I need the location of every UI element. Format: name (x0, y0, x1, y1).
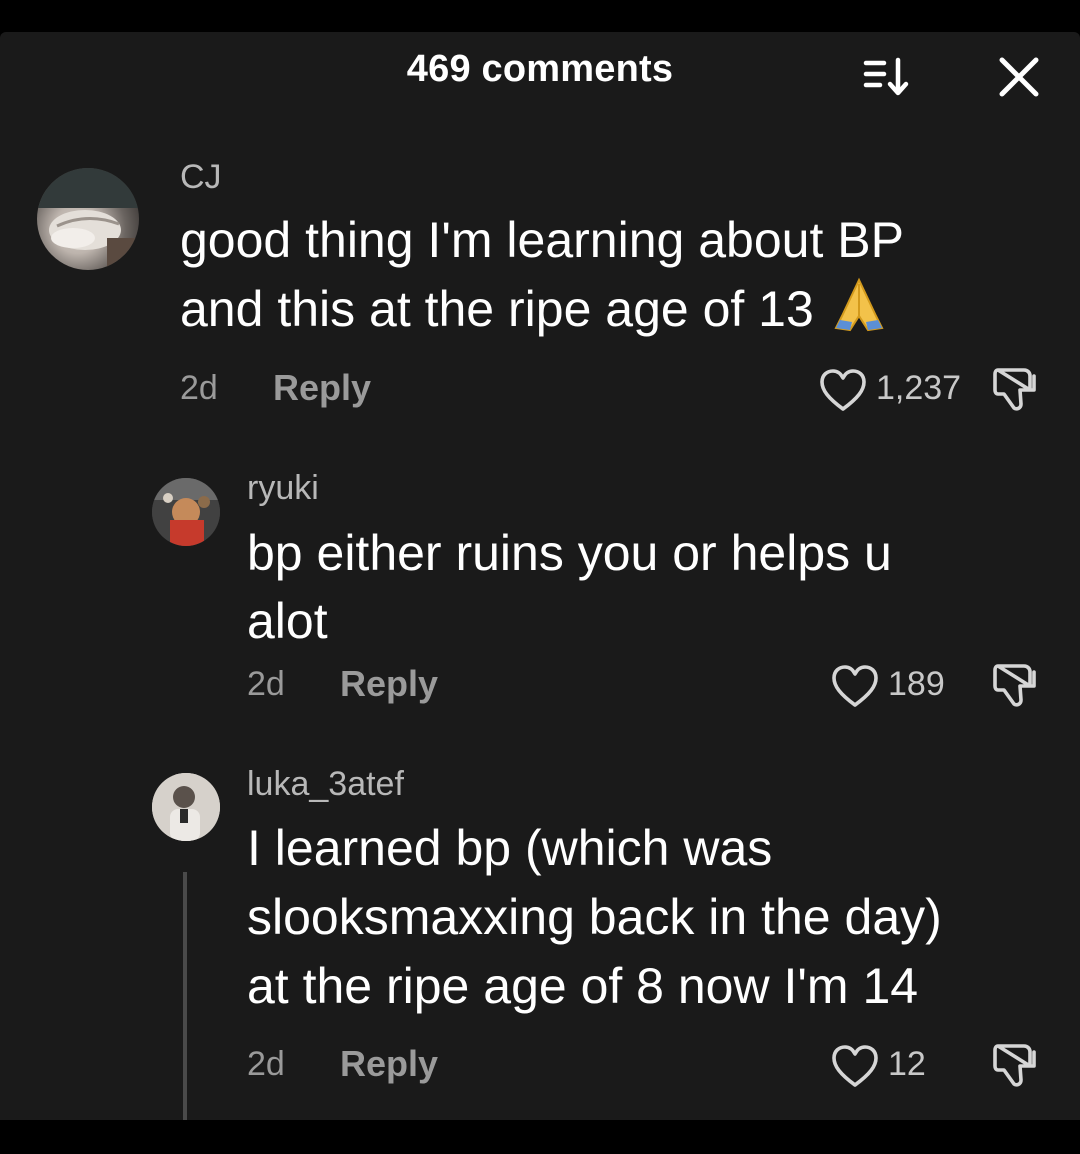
comment-text-line: I learned bp (which was (247, 820, 773, 876)
comment-text-span: and this at the ripe age of 13 (180, 281, 814, 337)
heart-outline-icon[interactable] (830, 1043, 880, 1089)
reply-button[interactable]: Reply (340, 663, 438, 705)
comment-username[interactable]: CJ (180, 158, 222, 197)
folded-hands-emoji (834, 277, 884, 332)
comment-timestamp: 2d (247, 665, 285, 703)
like-count: 12 (888, 1045, 926, 1083)
comment-username[interactable]: ryuki (247, 469, 319, 508)
avatar[interactable] (37, 168, 139, 270)
heart-outline-icon[interactable] (830, 663, 880, 709)
comment-text-line: bp either ruins you or helps u (247, 525, 892, 581)
heart-outline-icon[interactable] (818, 367, 868, 413)
avatar[interactable] (152, 478, 220, 546)
thumbs-down-icon[interactable] (990, 1040, 1040, 1090)
comment-timestamp: 2d (180, 369, 218, 407)
avatar[interactable] (152, 773, 220, 841)
close-icon[interactable] (994, 52, 1044, 102)
like-count: 189 (888, 665, 945, 703)
avatar-image (37, 168, 139, 270)
thumbs-down-icon[interactable] (990, 660, 1040, 710)
avatar-image (152, 478, 220, 546)
sort-descending-icon[interactable] (860, 54, 916, 100)
thumbs-down-icon[interactable] (990, 364, 1040, 414)
comment-text-line: slooksmaxxing back in the day) (247, 889, 942, 945)
comment-text-line: and this at the ripe age of 13 (180, 275, 890, 344)
like-count: 1,237 (876, 369, 962, 407)
avatar-image (152, 773, 220, 841)
comment-text-line: alot (247, 593, 328, 649)
comments-count-title: 469 comments (406, 48, 674, 90)
reply-button[interactable]: Reply (340, 1043, 438, 1085)
bottom-bar (0, 1120, 1080, 1154)
reply-button[interactable]: Reply (273, 367, 371, 409)
comment-username[interactable]: luka_3atef (247, 765, 404, 804)
comment-text-line: at the ripe age of 8 now I'm 14 (247, 958, 919, 1014)
thread-line (183, 872, 187, 1120)
comment-text-line: good thing I'm learning about BP (180, 212, 904, 268)
comment-timestamp: 2d (247, 1045, 285, 1083)
comments-panel: 469 comments CJ good thing I'm learning … (0, 32, 1080, 1120)
